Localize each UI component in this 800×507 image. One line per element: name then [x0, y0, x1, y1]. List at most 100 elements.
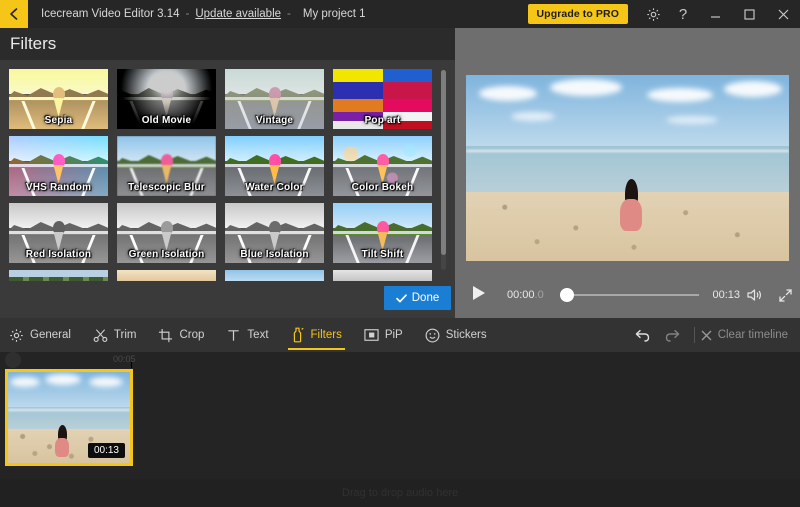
filter-item[interactable]: Telescopic Blur: [117, 136, 216, 196]
filter-item[interactable]: Blue Isolation: [225, 203, 324, 263]
clip-cloud-1: [10, 376, 41, 387]
filter-item-partial[interactable]: [333, 270, 432, 281]
person-figure: [619, 179, 642, 232]
filter-item[interactable]: Water Color: [225, 136, 324, 196]
seek-handle[interactable]: [559, 288, 574, 302]
filter-item-partial[interactable]: [225, 270, 324, 281]
clip-duration-badge: 00:13: [87, 443, 125, 458]
gear-icon: [9, 328, 24, 343]
filter-item-partial[interactable]: [9, 270, 108, 281]
filter-item[interactable]: Vintage: [225, 69, 324, 129]
tab-label: General: [30, 329, 71, 341]
filters-panel: Sepia Old Movie Vintage Pop art VHS Random Te…: [0, 60, 455, 318]
playhead-handle[interactable]: [5, 352, 21, 368]
filter-item-partial[interactable]: [117, 270, 216, 281]
video-preview[interactable]: [466, 75, 789, 261]
tab-label: Trim: [113, 329, 137, 341]
play-icon[interactable]: [472, 285, 486, 306]
filter-thumb-scene: [117, 69, 216, 129]
maximize-button[interactable]: [732, 0, 766, 28]
tab-label: Filters: [310, 329, 342, 341]
cloud-6: [666, 115, 719, 124]
filter-item[interactable]: Red Isolation: [9, 203, 108, 263]
upgrade-to-pro-button[interactable]: Upgrade to PRO: [527, 4, 628, 24]
app-name: Icecream Video Editor 3.14: [41, 8, 180, 20]
gear-icon[interactable]: [638, 0, 668, 28]
filter-thumb-scene: [225, 69, 324, 129]
volume-on-icon[interactable]: [740, 280, 770, 310]
current-time-value: 00:00: [507, 289, 535, 301]
total-time-label: 00:13: [712, 289, 740, 301]
toolbar-divider: [693, 327, 695, 343]
tab-general[interactable]: General: [0, 318, 82, 352]
done-button[interactable]: Done: [384, 286, 451, 310]
filter-item[interactable]: Color Bokeh: [333, 136, 432, 196]
person-dress: [619, 199, 642, 232]
timeline-panel[interactable]: 00:05 00:13: [0, 352, 800, 479]
filters-scrollbar-thumb[interactable]: [441, 70, 446, 255]
update-available-link[interactable]: Update available: [195, 8, 281, 20]
title-bar: Icecream Video Editor 3.14 - Update avai…: [0, 0, 800, 28]
timeline-ruler[interactable]: 00:05: [0, 352, 800, 369]
cloud-3: [646, 88, 713, 103]
popart-quad-4: [382, 99, 432, 129]
smiley-icon: [425, 328, 440, 343]
tab-filters[interactable]: Filters: [280, 318, 353, 352]
tab-trim[interactable]: Trim: [82, 318, 148, 352]
toolbar-tabs: General Trim Crop Text Filters PiP Stickers: [0, 318, 498, 352]
popart-quad-3: [333, 99, 383, 129]
filter-item[interactable]: Pop art: [333, 69, 432, 129]
filter-item[interactable]: Green Isolation: [117, 203, 216, 263]
filter-thumb-scene: [117, 203, 216, 263]
close-button[interactable]: [766, 0, 800, 28]
player-controls: 00:00.0 00:13: [455, 272, 800, 318]
fullscreen-icon[interactable]: [770, 280, 800, 310]
app-window: Icecream Video Editor 3.14 - Update avai…: [0, 0, 800, 507]
filter-thumb-scene: [117, 136, 216, 196]
seek-slider[interactable]: [559, 287, 700, 303]
filter-item[interactable]: Old Movie: [117, 69, 216, 129]
filter-thumb-scene: [225, 136, 324, 196]
filters-scrollbar[interactable]: [441, 70, 446, 270]
filters-scroll-region[interactable]: Sepia Old Movie Vintage Pop art VHS Random Te…: [9, 69, 434, 281]
cloud-4: [724, 80, 783, 97]
check-icon: [395, 293, 407, 302]
preview-pane: 00:00.0 00:13: [455, 28, 800, 318]
filter-item[interactable]: Tilt Shift: [333, 203, 432, 263]
filter-item[interactable]: Sepia: [9, 69, 108, 129]
pip-icon: [364, 328, 379, 342]
editor-toolbar: General Trim Crop Text Filters PiP Stickers Cl…: [0, 318, 800, 352]
filter-thumb-scene: [225, 203, 324, 263]
question-mark-icon[interactable]: ?: [668, 0, 698, 28]
clip-cloud-2: [44, 373, 81, 385]
project-name[interactable]: My project 1: [303, 8, 366, 20]
filters-grid: Sepia Old Movie Vintage Pop art VHS Random Te…: [9, 69, 434, 281]
current-time-fraction: .0: [534, 289, 544, 301]
filter-thumb-scene: [9, 136, 108, 196]
text-icon: [226, 328, 241, 343]
timeline-clip[interactable]: 00:13: [5, 369, 133, 466]
filter-thumb-partial: [225, 270, 324, 281]
back-arrow-icon[interactable]: [0, 0, 28, 28]
clip-person-dress: [54, 437, 69, 457]
video-frame-image: [466, 75, 789, 261]
redo-icon[interactable]: [658, 318, 688, 352]
clip-person: [54, 424, 69, 457]
popart-quad-1: [333, 69, 383, 99]
seek-track: [559, 294, 700, 296]
tab-label: Stickers: [445, 329, 487, 341]
help-glyph: ?: [678, 5, 688, 23]
tab-text[interactable]: Text: [215, 318, 279, 352]
page-title: Filters: [10, 34, 57, 53]
minimize-button[interactable]: [698, 0, 732, 28]
tab-stickers[interactable]: Stickers: [414, 318, 498, 352]
audio-dropzone-hint: Drag to drop audio here: [341, 487, 459, 499]
filter-item[interactable]: VHS Random: [9, 136, 108, 196]
tab-label: PiP: [384, 329, 403, 341]
bottle-icon: [291, 327, 305, 343]
tab-pip[interactable]: PiP: [353, 318, 414, 352]
tab-crop[interactable]: Crop: [147, 318, 215, 352]
clear-timeline-button[interactable]: Clear timeline: [701, 329, 800, 341]
audio-track-dropzone[interactable]: Drag to drop audio here: [0, 479, 800, 507]
undo-icon[interactable]: [628, 318, 658, 352]
